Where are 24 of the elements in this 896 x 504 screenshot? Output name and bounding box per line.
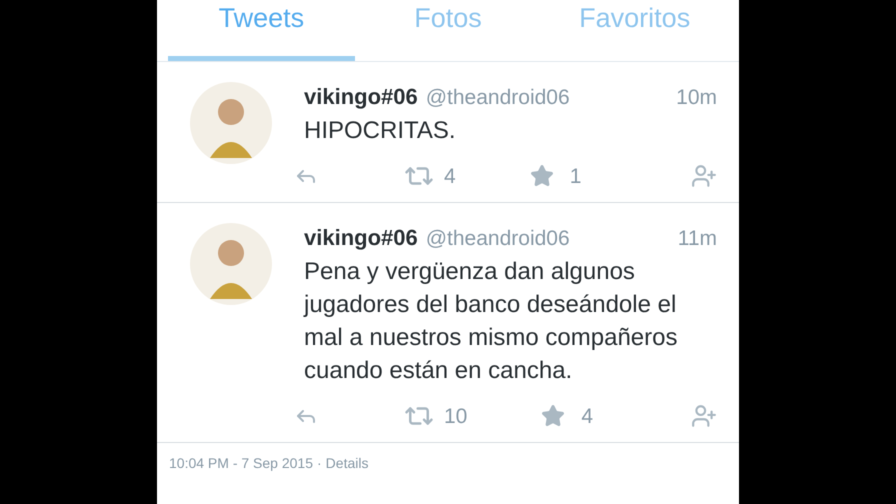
favorite-icon[interactable] [541,404,566,428]
retweet-count: 4 [444,164,456,190]
tweet-time: 10m [676,85,717,111]
favorite-icon[interactable] [530,164,554,188]
follow-icon[interactable] [691,163,717,190]
tab[interactable]: Favoritos [541,0,728,61]
user-handle: @theandroid06 [426,226,570,252]
follow-icon[interactable] [691,403,717,430]
tweet-time: 11m [678,226,717,252]
avatar-icon [190,223,272,305]
details-link[interactable]: Details [326,453,368,474]
favorite-count: 4 [581,404,594,430]
tweet-text: Pena y vergüenza dan algunos jugadores del banco deseándole el mal a nuestros mismo compañeros cuando están en cancha. [304,256,678,386]
avatar-icon [190,82,272,164]
tweet-text: HIPOCRITAS. [304,116,457,146]
retweet-count: 10 [444,404,468,430]
separator-dot: · [317,454,322,473]
user-name: vikingo#06 [304,224,418,252]
tab[interactable]: Tweets [168,0,355,61]
favorite-count: 1 [570,164,582,190]
user-name: vikingo#06 [304,83,418,111]
tab[interactable]: Fotos [354,0,542,61]
user-handle: @theandroid06 [426,85,570,111]
tweet-timestamp: 10:04 PM - 7 Sep 2015 [169,454,313,473]
